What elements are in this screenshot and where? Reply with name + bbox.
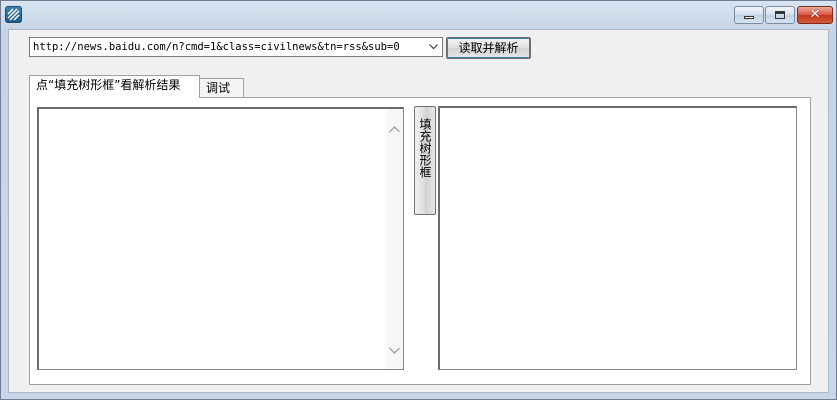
tab-debug[interactable]: 调试 (199, 78, 244, 97)
url-input[interactable]: http://news.baidu.com/n?cmd=1&class=civi… (33, 40, 422, 54)
maximize-icon (775, 11, 785, 19)
title-bar[interactable]: ✕ (1, 1, 836, 29)
read-and-parse-button[interactable]: 读取并解析 (446, 37, 531, 59)
tab-parse-result[interactable]: 点“填充树形框”看解析结果 (29, 75, 200, 98)
maximize-button[interactable] (765, 6, 795, 24)
fill-tree-button-label: 填充树形框 (418, 118, 432, 178)
chevron-down-icon[interactable] (425, 38, 442, 56)
scroll-down-icon[interactable] (386, 342, 403, 359)
close-button[interactable]: ✕ (797, 6, 833, 24)
client-area: http://news.baidu.com/n?cmd=1&class=civi… (8, 29, 829, 393)
tab-panel: 填充树形框 (29, 97, 811, 385)
close-icon: ✕ (809, 7, 821, 22)
scroll-up-icon[interactable] (386, 121, 403, 138)
minimize-icon (744, 16, 754, 19)
minimize-button[interactable] (734, 6, 764, 24)
source-textarea[interactable] (37, 107, 404, 370)
url-combobox[interactable]: http://news.baidu.com/n?cmd=1&class=civi… (29, 37, 443, 57)
vertical-scrollbar[interactable] (386, 109, 403, 369)
fill-tree-button[interactable]: 填充树形框 (414, 106, 436, 215)
app-window: ✕ http://news.baidu.com/n?cmd=1&class=ci… (0, 0, 837, 400)
app-logo-icon (5, 6, 22, 23)
tree-view[interactable] (438, 106, 797, 370)
